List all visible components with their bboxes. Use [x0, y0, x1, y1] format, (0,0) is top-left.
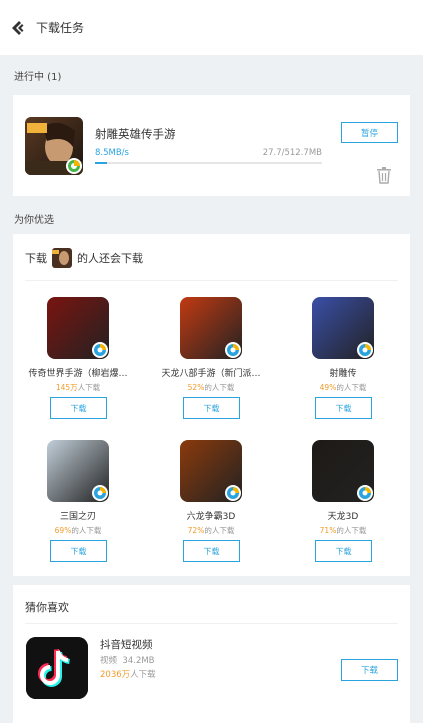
tiktok-app-icon[interactable]: [26, 637, 88, 699]
count-suffix: 的人下载: [71, 526, 102, 535]
platform-badge-icon: [225, 485, 241, 501]
guess-download-button[interactable]: 下载: [341, 659, 398, 681]
recommend-app-item[interactable]: 六龙争霸3D 72%的人下载下载: [146, 440, 276, 562]
guess-app-size: 34.2MB: [122, 656, 155, 666]
recommend-title-prefix: 下载: [25, 252, 47, 265]
recommend-app-item[interactable]: 射雕传 49%的人下载下载: [278, 297, 408, 419]
app-icon[interactable]: [180, 440, 242, 502]
recommend-title-suffix: 的人还会下载: [77, 252, 143, 265]
guess-app-meta: 视频 34.2MB: [100, 654, 155, 666]
app-icon[interactable]: [312, 297, 374, 359]
platform-badge-icon: [357, 342, 373, 358]
app-download-count: 49%的人下载: [278, 382, 408, 393]
downloading-section-label: 进行中 (1): [14, 72, 62, 83]
recommend-app-item[interactable]: 天龙3D 71%的人下载下载: [278, 440, 408, 562]
app-download-count: 69%的人下载: [13, 525, 143, 536]
app-icon[interactable]: [47, 297, 109, 359]
game-thumbnail-icon: [52, 248, 72, 268]
count-highlight: 49%: [319, 383, 337, 392]
download-app-name: 射雕英雄传手游: [95, 127, 176, 141]
count-highlight: 71%: [319, 526, 337, 535]
header-bar: 下载任务: [0, 0, 423, 55]
count-highlight: 145万: [55, 383, 78, 392]
divider: [25, 623, 398, 624]
app-name: 三国之刃: [59, 512, 96, 522]
platform-badge-icon: [225, 342, 241, 358]
guess-app-count: 2036万人下载: [100, 668, 156, 680]
app-download-count: 145万人下载: [13, 382, 143, 393]
app-icon[interactable]: [47, 440, 109, 502]
back-button[interactable]: [2, 0, 36, 55]
download-progress-fill: [95, 162, 108, 164]
app-download-button[interactable]: 下载: [315, 540, 372, 562]
app-icon[interactable]: [180, 297, 242, 359]
guess-app-name: 抖音短视频: [100, 639, 153, 651]
app-download-button[interactable]: 下载: [183, 540, 240, 562]
download-progress-bar: [95, 162, 322, 164]
divider: [25, 280, 398, 281]
app-download-button[interactable]: 下载: [50, 397, 107, 419]
guess-count-suffix: 人下载: [130, 670, 156, 680]
app-name: 传奇世界手游（柳岩爆…: [28, 369, 128, 379]
platform-badge-icon: [66, 158, 82, 174]
count-highlight: 52%: [187, 383, 205, 392]
app-name: 六龙争霸3D: [186, 512, 236, 522]
app-icon[interactable]: [312, 440, 374, 502]
count-suffix: 人下载: [77, 383, 101, 392]
count-suffix: 的人下载: [336, 526, 367, 535]
guess-app-category: 视频: [100, 656, 118, 666]
count-suffix: 的人下载: [204, 526, 235, 535]
platform-badge-icon: [92, 342, 108, 358]
download-task-card: 射雕英雄传手游 8.5MB/s 27.7/512.7MB 暂停: [13, 95, 410, 196]
recommend-card: 下载 的人还会下载 传奇世界手游（柳岩爆… 145万人下载 下载 天龙八部手游（新门派…: [13, 234, 410, 576]
guess-count-highlight: 2036万: [100, 670, 131, 680]
recommend-section-label: 为你优选: [14, 215, 54, 226]
app-download-button[interactable]: 下载: [50, 540, 107, 562]
recommend-app-item[interactable]: 传奇世界手游（柳岩爆… 145万人下载下载: [13, 297, 143, 419]
game-icon: [25, 117, 83, 175]
app-name: 天龙八部手游（新门派…: [161, 369, 261, 379]
count-suffix: 的人下载: [336, 383, 367, 392]
app-download-button[interactable]: 下载: [315, 397, 372, 419]
page-title: 下载任务: [36, 21, 85, 35]
count-highlight: 69%: [54, 526, 72, 535]
back-arrow-icon: [12, 20, 24, 35]
trash-icon[interactable]: [376, 166, 392, 184]
download-size: 27.7/512.7MB: [262, 148, 322, 158]
recommend-app-item[interactable]: 天龙八部手游（新门派… 52%的人下载下载: [146, 297, 276, 419]
platform-badge-icon: [92, 485, 108, 501]
app-name: 射雕传: [329, 369, 357, 379]
platform-badge-icon: [357, 485, 373, 501]
count-suffix: 的人下载: [204, 383, 235, 392]
pause-button[interactable]: 暂停: [341, 122, 398, 143]
app-download-button[interactable]: 下载: [183, 397, 240, 419]
download-speed: 8.5MB/s: [95, 148, 129, 158]
recommend-title: 下载 的人还会下载: [25, 248, 143, 268]
recommend-app-item[interactable]: 三国之刃 69%的人下载下载: [13, 440, 143, 562]
app-download-count: 72%的人下载: [146, 525, 276, 536]
guess-title: 猜你喜欢: [25, 601, 69, 614]
app-download-count: 52%的人下载: [146, 382, 276, 393]
guess-card: 猜你喜欢 抖音短视频 视频 34.2MB 2036万人下载 下载: [13, 585, 410, 723]
app-download-count: 71%的人下载: [278, 525, 408, 536]
app-name: 天龙3D: [327, 512, 359, 522]
count-highlight: 72%: [187, 526, 205, 535]
